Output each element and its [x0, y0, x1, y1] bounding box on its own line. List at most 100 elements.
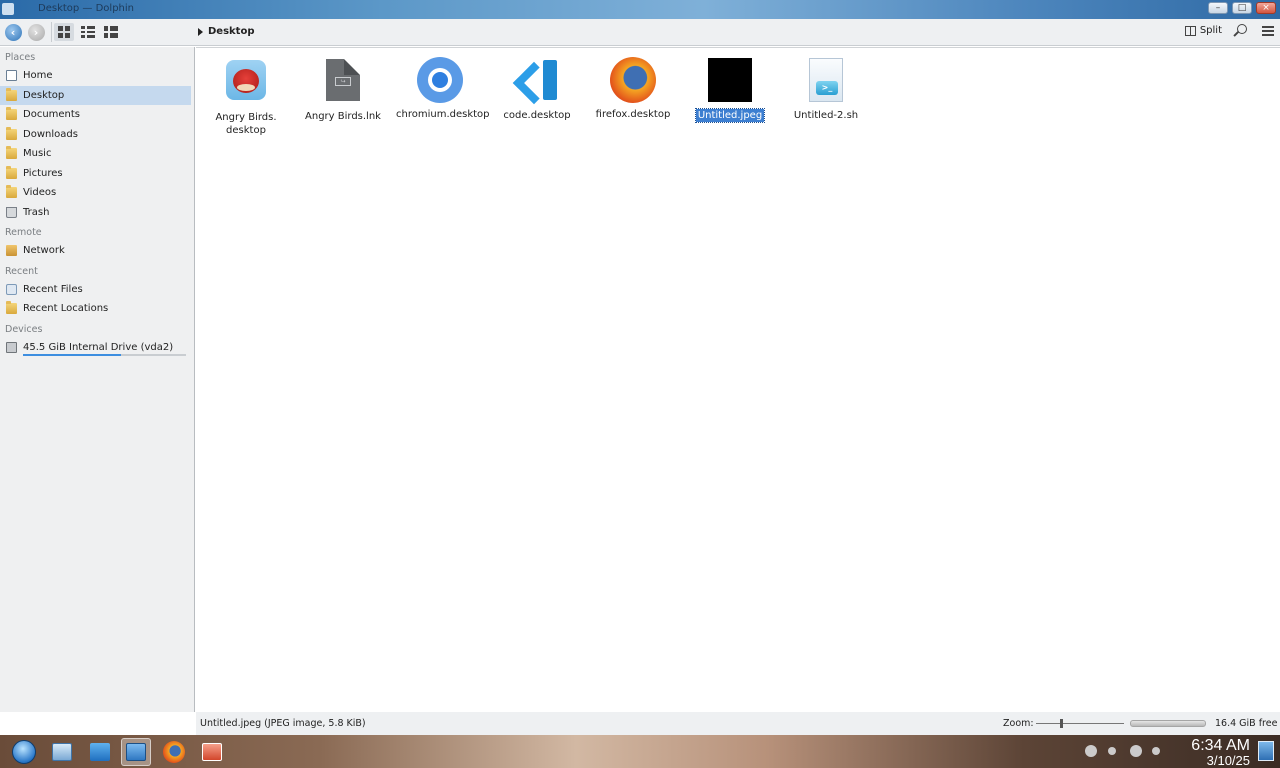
clock-time: 6:34 AM [1191, 737, 1250, 754]
network-icon[interactable] [1108, 747, 1116, 755]
maximize-icon[interactable]: □ [1232, 2, 1252, 14]
documents-folder-icon [6, 107, 17, 120]
compact-view-button[interactable] [77, 23, 97, 41]
free-space-text: 16.4 GiB free [1215, 718, 1278, 729]
file-item-angry-birds-desktop[interactable]: Angry Birds. desktop [200, 56, 292, 137]
file-name-line1: Angry Birds. [215, 112, 277, 123]
sidebar-item-trash[interactable]: Trash [0, 203, 191, 223]
dolphin-app-icon[interactable] [2, 3, 14, 15]
sidebar-item-label: Trash [23, 206, 50, 218]
taskbar-dolphin[interactable] [121, 738, 151, 766]
sidebar-item-label: Network [23, 245, 65, 256]
file-item-code-desktop[interactable]: code.desktop [491, 56, 583, 122]
search-icon-handle [1233, 31, 1239, 37]
file-item-untitled-jpeg[interactable]: Untitled.jpeg [684, 56, 776, 123]
dolphin-file-manager-icon [126, 743, 146, 761]
pictures-folder-icon [6, 165, 17, 179]
file-name: Angry Birds.lnk [305, 111, 381, 122]
file-name: firefox.desktop [595, 109, 671, 120]
breadcrumb-arrow-icon[interactable] [198, 27, 203, 36]
minimize-icon[interactable]: – [1208, 2, 1228, 14]
sidebar-item-desktop[interactable]: Desktop [0, 85, 191, 105]
split-button[interactable]: Split [1184, 25, 1222, 36]
details-view-button[interactable] [100, 23, 120, 41]
battery-icon[interactable] [1130, 745, 1142, 757]
zoom-slider-handle[interactable] [1059, 719, 1063, 728]
search-button[interactable] [1232, 23, 1250, 41]
file-thumb [222, 60, 270, 108]
file-item-chromium-desktop[interactable]: chromium.desktop [394, 56, 490, 121]
details-view-icon [104, 26, 118, 38]
window-titlebar[interactable]: Desktop — Dolphin – □ × [0, 0, 1280, 19]
sidebar-item-label: Downloads [23, 128, 78, 140]
chromium-icon [417, 57, 463, 103]
sidebar-item-downloads[interactable]: Downloads [0, 125, 191, 145]
show-desktop-icon[interactable] [1258, 741, 1274, 761]
sidebar-item-label: Home [23, 70, 53, 81]
sidebar-item-videos[interactable]: Videos [0, 183, 191, 203]
window-title: Desktop — Dolphin [38, 3, 134, 14]
sidebar-item-documents[interactable]: Documents [0, 105, 191, 125]
status-bar: Untitled.jpeg (JPEG image, 5.8 KiB) Zoom… [196, 712, 1280, 735]
window-controls: – □ × [1208, 2, 1276, 14]
downloads-folder-icon [6, 126, 17, 140]
file-thumb: >_ [802, 58, 850, 106]
back-button[interactable]: ‹ [3, 23, 23, 41]
taskbar-software-center[interactable] [85, 738, 115, 766]
recent-locations-icon [6, 301, 17, 314]
sidebar-item-recent-locations[interactable]: Recent Locations [0, 299, 191, 319]
file-item-untitled-2-sh[interactable]: >_ Untitled-2.sh [780, 56, 872, 122]
taskbar-presentation[interactable] [197, 738, 227, 766]
software-center-icon [90, 743, 110, 761]
desktop-folder-icon [6, 87, 17, 101]
home-icon [6, 70, 17, 81]
sidebar-item-network[interactable]: Network [0, 241, 191, 261]
toolbar: ‹ › Desktop Split [0, 19, 1280, 46]
file-name: chromium.desktop [396, 109, 490, 120]
file-name-selected: Untitled.jpeg [694, 108, 766, 123]
file-item-firefox-desktop[interactable]: firefox.desktop [587, 56, 679, 121]
file-thumb: ↪ [319, 59, 367, 107]
sidebar-item-pictures[interactable]: Pictures [0, 164, 191, 184]
sidebar-item-music[interactable]: Music [0, 144, 191, 164]
forward-button[interactable]: › [26, 23, 46, 41]
music-folder-icon [6, 146, 17, 159]
drive-usage-fill [23, 354, 121, 356]
sidebar-item-label: Recent Locations [23, 303, 109, 314]
section-header-remote: Remote [5, 227, 42, 238]
zoom-slider[interactable] [1036, 719, 1124, 728]
file-item-angry-birds-lnk[interactable]: ↪ Angry Birds.lnk [297, 56, 389, 123]
taskbar: 6:34 AM 3/10/25 [0, 735, 1280, 768]
start-menu-icon [12, 740, 36, 764]
sidebar-item-label: Music [23, 148, 52, 159]
tray-expand-icon[interactable] [1152, 747, 1160, 755]
taskbar-clock[interactable]: 6:34 AM 3/10/25 [1191, 737, 1250, 768]
file-thumb [706, 58, 754, 106]
file-name: code.desktop [503, 110, 571, 121]
drive-usage-bar [23, 354, 186, 356]
file-name: Angry Birds. desktop [213, 111, 278, 137]
breadcrumb-desktop[interactable]: Desktop [208, 26, 255, 37]
sidebar-item-label: Recent Files [23, 283, 83, 295]
firefox-icon [163, 741, 185, 763]
sidebar-item-label: Videos [23, 187, 57, 198]
file-thumb [609, 57, 657, 105]
taskbar-system-settings[interactable] [47, 738, 77, 766]
drive-icon [6, 341, 17, 353]
search-icon [1237, 24, 1247, 34]
zoom-label: Zoom: [1003, 718, 1034, 729]
trash-icon [6, 206, 17, 218]
breadcrumb[interactable]: Desktop [198, 26, 255, 37]
file-view[interactable]: Angry Birds. desktop ↪ Angry Birds.lnk c… [196, 47, 1280, 712]
icons-view-button[interactable] [54, 23, 74, 41]
sidebar-item-home[interactable]: Home [0, 66, 191, 86]
sidebar-item-internal-drive[interactable]: 45.5 GiB Internal Drive (vda2) [0, 338, 191, 358]
icons-view-icon [58, 26, 70, 38]
close-icon[interactable]: × [1256, 2, 1276, 14]
taskbar-firefox[interactable] [159, 738, 189, 766]
sidebar-item-recent-files[interactable]: Recent Files [0, 280, 191, 300]
volume-icon[interactable] [1085, 745, 1097, 757]
start-menu-button[interactable] [9, 738, 39, 766]
hamburger-menu-icon[interactable] [1262, 26, 1274, 36]
clock-date: 3/10/25 [1206, 753, 1250, 768]
